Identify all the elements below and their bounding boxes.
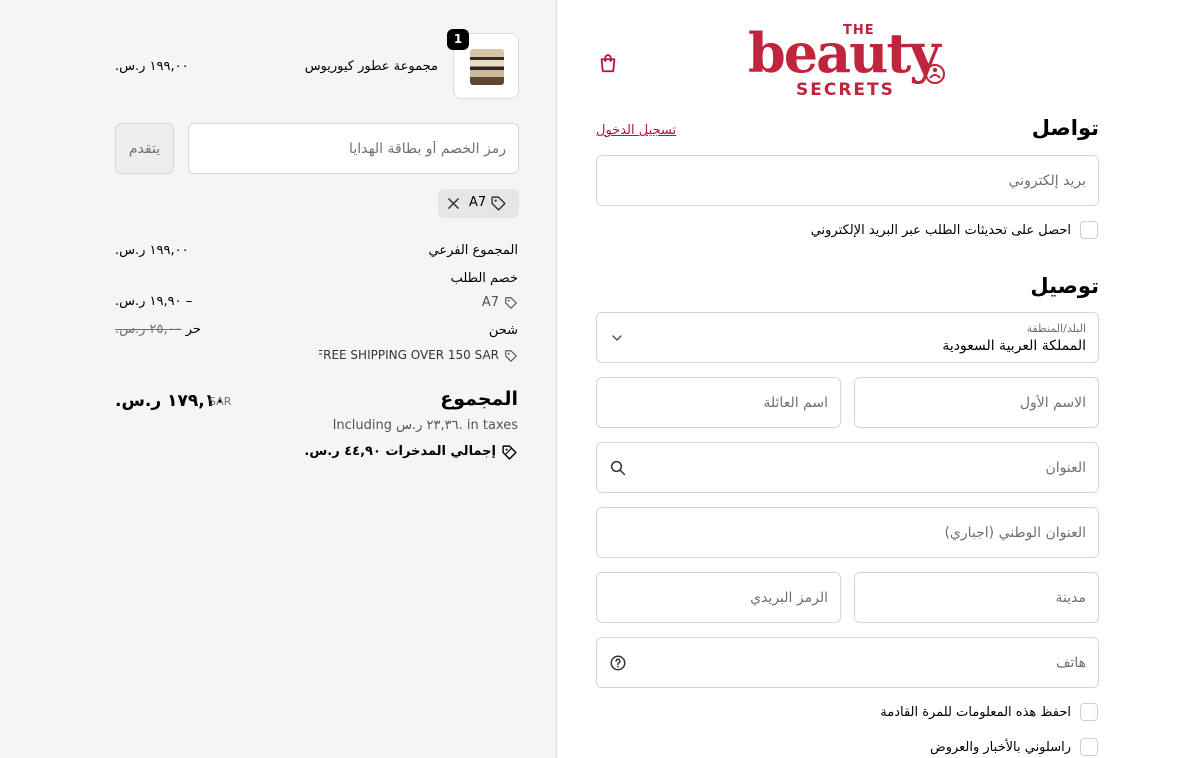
taxes-note: Including ٢٣,٣٦ ر.س. in taxes — [332, 418, 518, 433]
shipping-old-price: ٢٥,٠٠ ر.س. — [115, 322, 182, 337]
total-price: ١٧٩,١٠ ر.س. SAR — [115, 391, 305, 415]
city-field[interactable] — [854, 572, 1099, 623]
order-discount-label: خصم الطلب — [450, 271, 518, 286]
delivery-heading: توصيل — [1030, 274, 1099, 298]
quantity-badge: 1 — [447, 29, 469, 50]
shipping-price: حر ٢٥,٠٠ ر.س. — [115, 322, 255, 337]
discount-input[interactable] — [189, 124, 518, 173]
order-discount-code: A7 — [481, 295, 499, 310]
search-icon — [610, 460, 626, 476]
national-address-field[interactable] — [596, 507, 1099, 558]
total-currency: SAR — [209, 395, 232, 408]
postal-code-input[interactable] — [597, 573, 840, 622]
tag-icon — [505, 350, 517, 362]
applied-discount-code: A7 — [469, 195, 487, 210]
shopping-bag-icon[interactable] — [597, 52, 619, 74]
total-label: المجموع — [440, 388, 518, 410]
login-link[interactable]: تسجيل الدخول — [596, 123, 676, 138]
first-name-field[interactable] — [854, 377, 1099, 428]
order-discount-value: – ١٩,٩٠ ر.س. — [115, 294, 193, 309]
logo-figure-icon — [925, 64, 945, 84]
help-circle-icon[interactable] — [609, 654, 627, 672]
city-input[interactable] — [855, 573, 1098, 622]
applied-discount-chip: A7 — [438, 189, 519, 218]
shipping-code-row: FREE SHIPPING OVER 150 SAR... — [318, 348, 518, 366]
address-field[interactable] — [596, 442, 1099, 493]
chevron-down-icon — [612, 335, 622, 342]
first-name-input[interactable] — [855, 378, 1098, 427]
checkout-form: THE beauty SECRETS تواصل تسجيل الدخول اح… — [558, 0, 1187, 758]
logo-beauty: beauty — [748, 21, 941, 85]
order-discount-code-row: A7 — [458, 295, 518, 313]
last-name-field[interactable] — [596, 377, 841, 428]
shipping-value: حر — [185, 322, 201, 337]
phone-input[interactable] — [597, 638, 1098, 687]
remove-discount-icon[interactable] — [447, 197, 460, 210]
logo-secrets: SECRETS — [796, 80, 895, 100]
country-select[interactable]: البلد/المنطقة المملكة العربية السعودية — [596, 312, 1099, 363]
savings-value: ٤٤,٩٠ ر.س. — [304, 444, 381, 459]
email-field[interactable] — [596, 155, 1099, 206]
product-image — [470, 49, 504, 85]
subtotal-value: ١٩٩,٠٠ ر.س. — [115, 243, 189, 258]
newsletter-label: راسلوني بالأخبار والعروض — [929, 740, 1071, 755]
country-value: المملكة العربية السعودية — [942, 338, 1086, 354]
address-input[interactable] — [597, 443, 1098, 492]
save-info-label: احفظ هذه المعلومات للمرة القادمة — [880, 705, 1071, 720]
email-updates-label: احصل على تحديثات الطلب عبر البريد الإلكت… — [810, 223, 1071, 238]
contact-heading: تواصل — [1031, 116, 1099, 140]
last-name-input[interactable] — [597, 378, 840, 427]
order-summary: 1 مجموعة عطور كيوريوس ١٩٩,٠٠ ر.س. يتقدم … — [0, 0, 557, 758]
subtotal-label: المجموع الفرعي — [428, 243, 518, 258]
country-label: البلد/المنطقة — [1026, 322, 1086, 335]
email-input[interactable] — [597, 156, 1098, 205]
phone-field[interactable] — [596, 637, 1099, 688]
tag-icon — [505, 297, 517, 309]
newsletter-checkbox[interactable] — [1080, 738, 1098, 756]
savings-text: إجمالي المدخرات ٤٤,٩٠ ر.س. — [304, 444, 496, 459]
savings-label: إجمالي المدخرات — [385, 444, 496, 459]
tag-icon — [491, 196, 506, 211]
national-address-input[interactable] — [597, 508, 1098, 557]
postal-code-field[interactable] — [596, 572, 841, 623]
brand-logo[interactable]: THE beauty SECRETS — [746, 22, 946, 100]
save-info-checkbox[interactable] — [1080, 703, 1098, 721]
product-price: ١٩٩,٠٠ ر.س. — [115, 59, 189, 74]
email-updates-checkbox[interactable] — [1080, 221, 1098, 239]
discount-field[interactable] — [188, 123, 519, 174]
apply-discount-button[interactable]: يتقدم — [115, 123, 174, 174]
savings-tag-icon — [502, 445, 517, 460]
shipping-code: FREE SHIPPING OVER 150 SAR... — [319, 348, 499, 362]
savings-row: إجمالي المدخرات ٤٤,٩٠ ر.س. — [298, 443, 518, 463]
shipping-label: شحن — [488, 323, 518, 338]
